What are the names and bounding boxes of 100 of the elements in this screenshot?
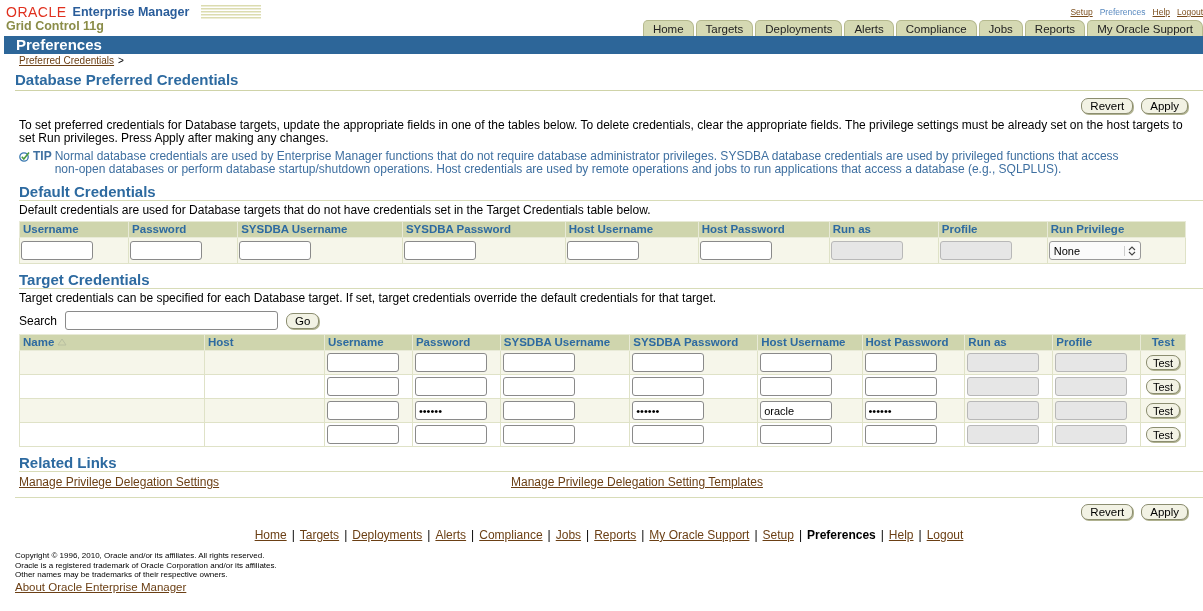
- column-header: Host Password: [698, 221, 830, 238]
- updown-icon: [1123, 245, 1136, 256]
- breadcrumb-separator: >: [118, 55, 124, 67]
- go-button[interactable]: Go: [286, 312, 320, 329]
- copyright-text: Copyright © 1996, 2010, Oracle and/or its affiliates. All rights reserved.: [15, 551, 266, 561]
- input-field[interactable]: [502, 401, 575, 420]
- privilege-dropdown[interactable]: None: [1048, 241, 1141, 260]
- input-field[interactable]: [760, 377, 833, 396]
- global-link[interactable]: Logout: [1177, 7, 1203, 18]
- footer-link[interactable]: Deployments: [352, 528, 423, 542]
- separator: |: [291, 528, 295, 542]
- column-header: SYSDBA Username: [237, 221, 403, 238]
- input-field[interactable]: [632, 377, 705, 396]
- input-field[interactable]: [502, 377, 575, 396]
- separator: |: [798, 528, 802, 542]
- global-link[interactable]: Help: [1152, 7, 1170, 18]
- section-description: Target credentials can be specified for each Database target. If set, target credentials override the default credentials for that target.: [19, 292, 718, 305]
- input-field[interactable]: oracle: [760, 401, 833, 420]
- column-header[interactable]: SYSDBA Password: [629, 334, 758, 351]
- column-header: Profile: [938, 221, 1048, 238]
- footer-link[interactable]: Compliance: [479, 528, 543, 542]
- input-field[interactable]: [864, 377, 937, 396]
- input-field[interactable]: [403, 241, 476, 260]
- separator: |: [344, 528, 348, 542]
- column-header[interactable]: Profile: [1052, 334, 1141, 351]
- test-button[interactable]: Test: [1146, 403, 1181, 418]
- action-button[interactable]: Apply: [1141, 98, 1188, 114]
- footer-link[interactable]: Preferences: [807, 528, 876, 542]
- column-header[interactable]: Name: [19, 334, 205, 351]
- product-name: Enterprise Manager: [72, 5, 190, 19]
- separator: |: [918, 528, 922, 542]
- column-header[interactable]: Host: [204, 334, 325, 351]
- related-link[interactable]: Manage Privilege Delegation Settings: [19, 475, 220, 489]
- footer-link[interactable]: Alerts: [435, 528, 467, 542]
- input-field[interactable]: [502, 425, 575, 444]
- nav-tab[interactable]: Targets: [695, 20, 754, 36]
- footer-link[interactable]: Logout: [926, 528, 964, 542]
- column-header[interactable]: SYSDBA Username: [500, 334, 630, 351]
- breadcrumb-link[interactable]: Preferred Credentials: [19, 55, 115, 67]
- input-field[interactable]: [414, 425, 487, 444]
- footer-link[interactable]: Targets: [299, 528, 340, 542]
- section-heading: Related Links: [19, 454, 1203, 472]
- nav-tab[interactable]: Home: [642, 20, 694, 36]
- input-field[interactable]: [327, 425, 399, 444]
- column-header[interactable]: Test: [1140, 334, 1186, 351]
- input-field[interactable]: [566, 241, 639, 260]
- footer-link[interactable]: My Oracle Support: [649, 528, 750, 542]
- input-field[interactable]: [864, 425, 937, 444]
- column-header[interactable]: Host Username: [757, 334, 862, 351]
- input-field[interactable]: [632, 353, 705, 372]
- column-header[interactable]: Password: [412, 334, 501, 351]
- global-link[interactable]: Setup: [1070, 7, 1093, 18]
- column-header[interactable]: Run as: [964, 334, 1053, 351]
- input-field[interactable]: [760, 353, 833, 372]
- action-button[interactable]: Revert: [1081, 504, 1134, 520]
- test-button[interactable]: Test: [1146, 355, 1181, 370]
- column-header: Run as: [829, 221, 939, 238]
- column-header[interactable]: Username: [324, 334, 413, 351]
- footer-link[interactable]: Help: [888, 528, 914, 542]
- input-field[interactable]: [502, 353, 575, 372]
- separator: |: [471, 528, 475, 542]
- footer-link[interactable]: Jobs: [555, 528, 582, 542]
- nav-tab[interactable]: Alerts: [844, 20, 894, 36]
- action-button[interactable]: Revert: [1081, 98, 1134, 114]
- footer-link[interactable]: Home: [254, 528, 287, 542]
- page-heading: Database Preferred Credentials: [15, 71, 1203, 91]
- input-field[interactable]: [239, 241, 312, 260]
- input-field[interactable]: ••••••: [414, 401, 487, 420]
- search-label: Search: [19, 313, 58, 328]
- section-heading: Default Credentials: [19, 183, 1203, 201]
- nav-tab[interactable]: My Oracle Support: [1087, 20, 1203, 36]
- input-field[interactable]: [21, 241, 93, 260]
- input-field[interactable]: [327, 401, 399, 420]
- input-field[interactable]: ••••••: [632, 401, 705, 420]
- test-button[interactable]: Test: [1146, 379, 1181, 394]
- input-field[interactable]: [130, 241, 203, 260]
- nav-tab[interactable]: Jobs: [978, 20, 1023, 36]
- search-field[interactable]: [65, 311, 279, 330]
- tip-label: TIP: [33, 150, 52, 163]
- nav-tab[interactable]: Deployments: [755, 20, 843, 36]
- input-field[interactable]: [699, 241, 772, 260]
- input-field[interactable]: ••••••: [864, 401, 937, 420]
- input-field[interactable]: [864, 353, 937, 372]
- input-field[interactable]: [327, 353, 399, 372]
- footer-link[interactable]: Setup: [762, 528, 794, 542]
- input-field[interactable]: [414, 377, 487, 396]
- global-link[interactable]: Preferences: [1099, 7, 1146, 18]
- input-field[interactable]: [327, 377, 399, 396]
- test-button[interactable]: Test: [1146, 427, 1181, 442]
- footer-link[interactable]: Reports: [594, 528, 637, 542]
- action-button[interactable]: Apply: [1141, 504, 1188, 520]
- about-link[interactable]: About Oracle Enterprise Manager: [15, 580, 187, 593]
- related-link[interactable]: Manage Privilege Delegation Setting Templates: [511, 475, 763, 489]
- input-field[interactable]: [632, 425, 705, 444]
- separator: |: [754, 528, 758, 542]
- column-header[interactable]: Host Password: [862, 334, 965, 351]
- input-field[interactable]: [414, 353, 487, 372]
- input-field[interactable]: [760, 425, 833, 444]
- nav-tab[interactable]: Compliance: [895, 20, 977, 36]
- nav-tab[interactable]: Reports: [1024, 20, 1086, 36]
